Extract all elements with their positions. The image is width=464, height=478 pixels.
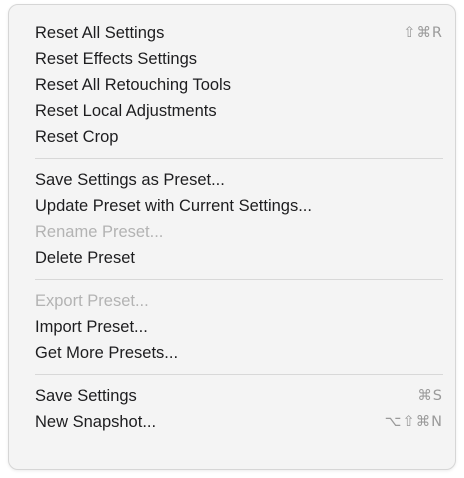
menu-item-label: Export Preset...: [35, 292, 149, 310]
menu-item-label: Import Preset...: [35, 318, 148, 336]
shortcut-hint: ⇧⌘R: [403, 25, 443, 41]
menu-item-label: Reset All Settings: [35, 24, 165, 42]
menu-item-reset-crop[interactable]: Reset Crop: [9, 124, 455, 150]
menu-item-save-settings[interactable]: Save Settings ⌘S: [9, 383, 455, 409]
menu-item-label: Save Settings: [35, 387, 137, 405]
menu-item-label: Update Preset with Current Settings...: [35, 197, 312, 215]
menu-item-delete-preset[interactable]: Delete Preset: [9, 245, 455, 271]
menu-item-import-preset[interactable]: Import Preset...: [9, 314, 455, 340]
menu-item-label: Get More Presets...: [35, 344, 179, 362]
menu-item-label: Rename Preset...: [35, 223, 164, 241]
menu-item-reset-all-retouching-tools[interactable]: Reset All Retouching Tools: [9, 72, 455, 98]
menu-item-rename-preset: Rename Preset...: [9, 219, 455, 245]
menu-item-label: Reset All Retouching Tools: [35, 76, 231, 94]
menu-item-label: Delete Preset: [35, 249, 135, 267]
shortcut-hint: ⌘S: [417, 388, 443, 404]
menu-item-save-settings-as-preset[interactable]: Save Settings as Preset...: [9, 167, 455, 193]
menu-item-label: Reset Effects Settings: [35, 50, 198, 68]
menu-item-label: Save Settings as Preset...: [35, 171, 225, 189]
menu-item-export-preset: Export Preset...: [9, 288, 455, 314]
menu-item-new-snapshot[interactable]: New Snapshot... ⌥⇧⌘N: [9, 409, 455, 435]
shortcut-hint: ⌥⇧⌘N: [384, 414, 443, 430]
preset-context-menu: Reset All Settings ⇧⌘R Reset Effects Set…: [8, 4, 456, 470]
menu-item-get-more-presets[interactable]: Get More Presets...: [9, 340, 455, 366]
menu-separator: [35, 158, 443, 159]
menu-item-reset-all-settings[interactable]: Reset All Settings ⇧⌘R: [9, 20, 455, 46]
menu-item-label: Reset Local Adjustments: [35, 102, 217, 120]
menu-item-label: Reset Crop: [35, 128, 119, 146]
menu-separator: [35, 279, 443, 280]
menu-item-reset-local-adjustments[interactable]: Reset Local Adjustments: [9, 98, 455, 124]
menu-item-reset-effects-settings[interactable]: Reset Effects Settings: [9, 46, 455, 72]
menu-item-label: New Snapshot...: [35, 413, 157, 431]
menu-separator: [35, 374, 443, 375]
menu-item-update-preset[interactable]: Update Preset with Current Settings...: [9, 193, 455, 219]
